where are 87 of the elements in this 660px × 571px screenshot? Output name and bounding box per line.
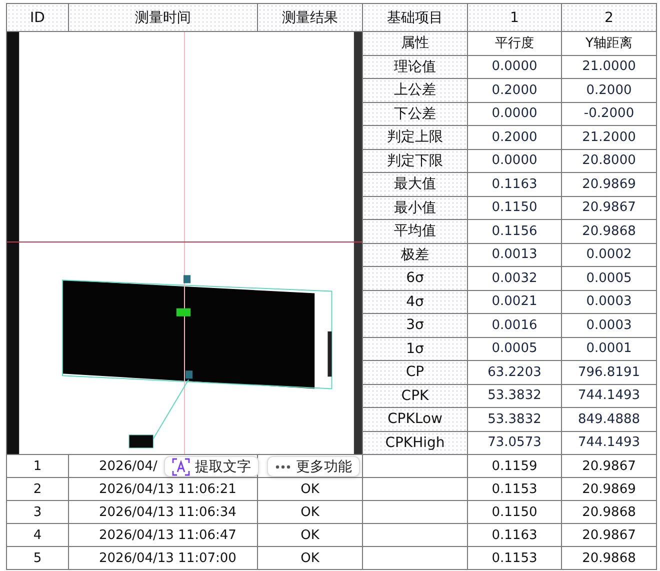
- table-cell: 0.1150: [468, 196, 562, 220]
- table-cell: 21.2000: [562, 126, 657, 150]
- table-cell: 0.0003: [562, 314, 657, 338]
- table-cell: 0.1153: [468, 478, 562, 501]
- table-cell: 53.3832: [468, 384, 562, 408]
- row-label: 1σ: [363, 338, 468, 361]
- more-icon: [275, 464, 291, 470]
- table-cell: 1: [7, 455, 69, 478]
- row-label: 上公差: [363, 79, 468, 102]
- table-cell: 2: [7, 478, 69, 501]
- table-cell: 0.1150: [468, 501, 562, 524]
- table-cell: 2026/04/13 11:06:34: [69, 501, 258, 524]
- row-label: CPKLow: [363, 408, 468, 432]
- table-cell: 20.9868: [562, 547, 657, 570]
- column-header: 测量结果: [258, 4, 363, 32]
- table-cell: 73.0573: [468, 432, 562, 455]
- table-cell: 4: [7, 524, 69, 547]
- column-header: 测量时间: [69, 4, 258, 32]
- table-cell: 0.0000: [468, 102, 562, 126]
- table-cell: -0.2000: [562, 102, 657, 126]
- table-cell: 0.2000: [562, 79, 657, 102]
- table-cell: 2026/04/13 11:06:47: [69, 524, 258, 547]
- table-cell: OK: [258, 524, 363, 547]
- row-label: 4σ: [363, 290, 468, 314]
- row-label: 判定上限: [363, 126, 468, 150]
- table-cell: 0.0005: [562, 267, 657, 290]
- table-cell: 53.3832: [468, 408, 562, 432]
- table-cell: 20.8000: [562, 150, 657, 173]
- row-label: 6σ: [363, 267, 468, 290]
- table-cell: 0.1163: [468, 173, 562, 196]
- table-cell: 0.1156: [468, 220, 562, 244]
- table-cell: 20.9867: [562, 455, 657, 478]
- table-cell: OK: [258, 478, 363, 501]
- table-cell: 0.0021: [468, 290, 562, 314]
- row-label: 判定下限: [363, 150, 468, 173]
- table-cell: 0.2000: [468, 126, 562, 150]
- table-cell: 20.9869: [562, 478, 657, 501]
- table-cell: 744.1493: [562, 432, 657, 455]
- table-cell: 744.1493: [562, 384, 657, 408]
- text-recognition-icon: [172, 458, 190, 476]
- table-cell: 20.9867: [562, 524, 657, 547]
- row-label: 平均值: [363, 220, 468, 244]
- table-cell: Y轴距离: [562, 32, 657, 56]
- column-header: 基础项目: [363, 4, 468, 32]
- table-cell: 0.1163: [468, 524, 562, 547]
- table-cell: OK: [258, 547, 363, 570]
- table-cell: 20.9869: [562, 173, 657, 196]
- table-cell: 0.1159: [468, 455, 562, 478]
- table-cell: 0.0032: [468, 267, 562, 290]
- row-label: 极差: [363, 244, 468, 267]
- table-cell: 2026/04/13 11:06:21: [69, 478, 258, 501]
- column-header: 1: [468, 4, 562, 32]
- table-cell: 0.1153: [468, 547, 562, 570]
- row-label: 最小值: [363, 196, 468, 220]
- row-label: CPKHigh: [363, 432, 468, 455]
- column-header: 2: [562, 4, 657, 32]
- table-cell: 20.9867: [562, 196, 657, 220]
- more-button[interactable]: 更多功能: [267, 456, 360, 477]
- table-cell: 0.0000: [468, 150, 562, 173]
- row-label: CP: [363, 361, 468, 384]
- table-cell: 0.0001: [562, 338, 657, 361]
- table-cell: 849.4888: [562, 408, 657, 432]
- table-cell: 21.0000: [562, 56, 657, 79]
- row-label: 最大值: [363, 173, 468, 196]
- table-cell: 20.9868: [562, 501, 657, 524]
- table-cell: 0.0013: [468, 244, 562, 267]
- table-cell: 0.2000: [468, 79, 562, 102]
- table-cell: 796.8191: [562, 361, 657, 384]
- row-label: 属性: [363, 32, 468, 56]
- table-cell: OK: [258, 501, 363, 524]
- table-cell: 20.9868: [562, 220, 657, 244]
- row-label: 3σ: [363, 314, 468, 338]
- table-cell: 平行度: [468, 32, 562, 56]
- row-label: CPK: [363, 384, 468, 408]
- table-cell: 0.0000: [468, 56, 562, 79]
- row-label: 理论值: [363, 56, 468, 79]
- table-cell: 63.2203: [468, 361, 562, 384]
- extract-text-button[interactable]: 提取文字: [164, 456, 259, 477]
- column-header: ID: [7, 4, 69, 32]
- table-cell: 3: [7, 501, 69, 524]
- table-cell: 0.0003: [562, 290, 657, 314]
- table-cell: 5: [7, 547, 69, 570]
- table-cell: 2026/04/13 11:07:00: [69, 547, 258, 570]
- table-cell: 0.0005: [468, 338, 562, 361]
- table-cell: 0.0002: [562, 244, 657, 267]
- row-label: 下公差: [363, 102, 468, 126]
- table-cell: 0.0016: [468, 314, 562, 338]
